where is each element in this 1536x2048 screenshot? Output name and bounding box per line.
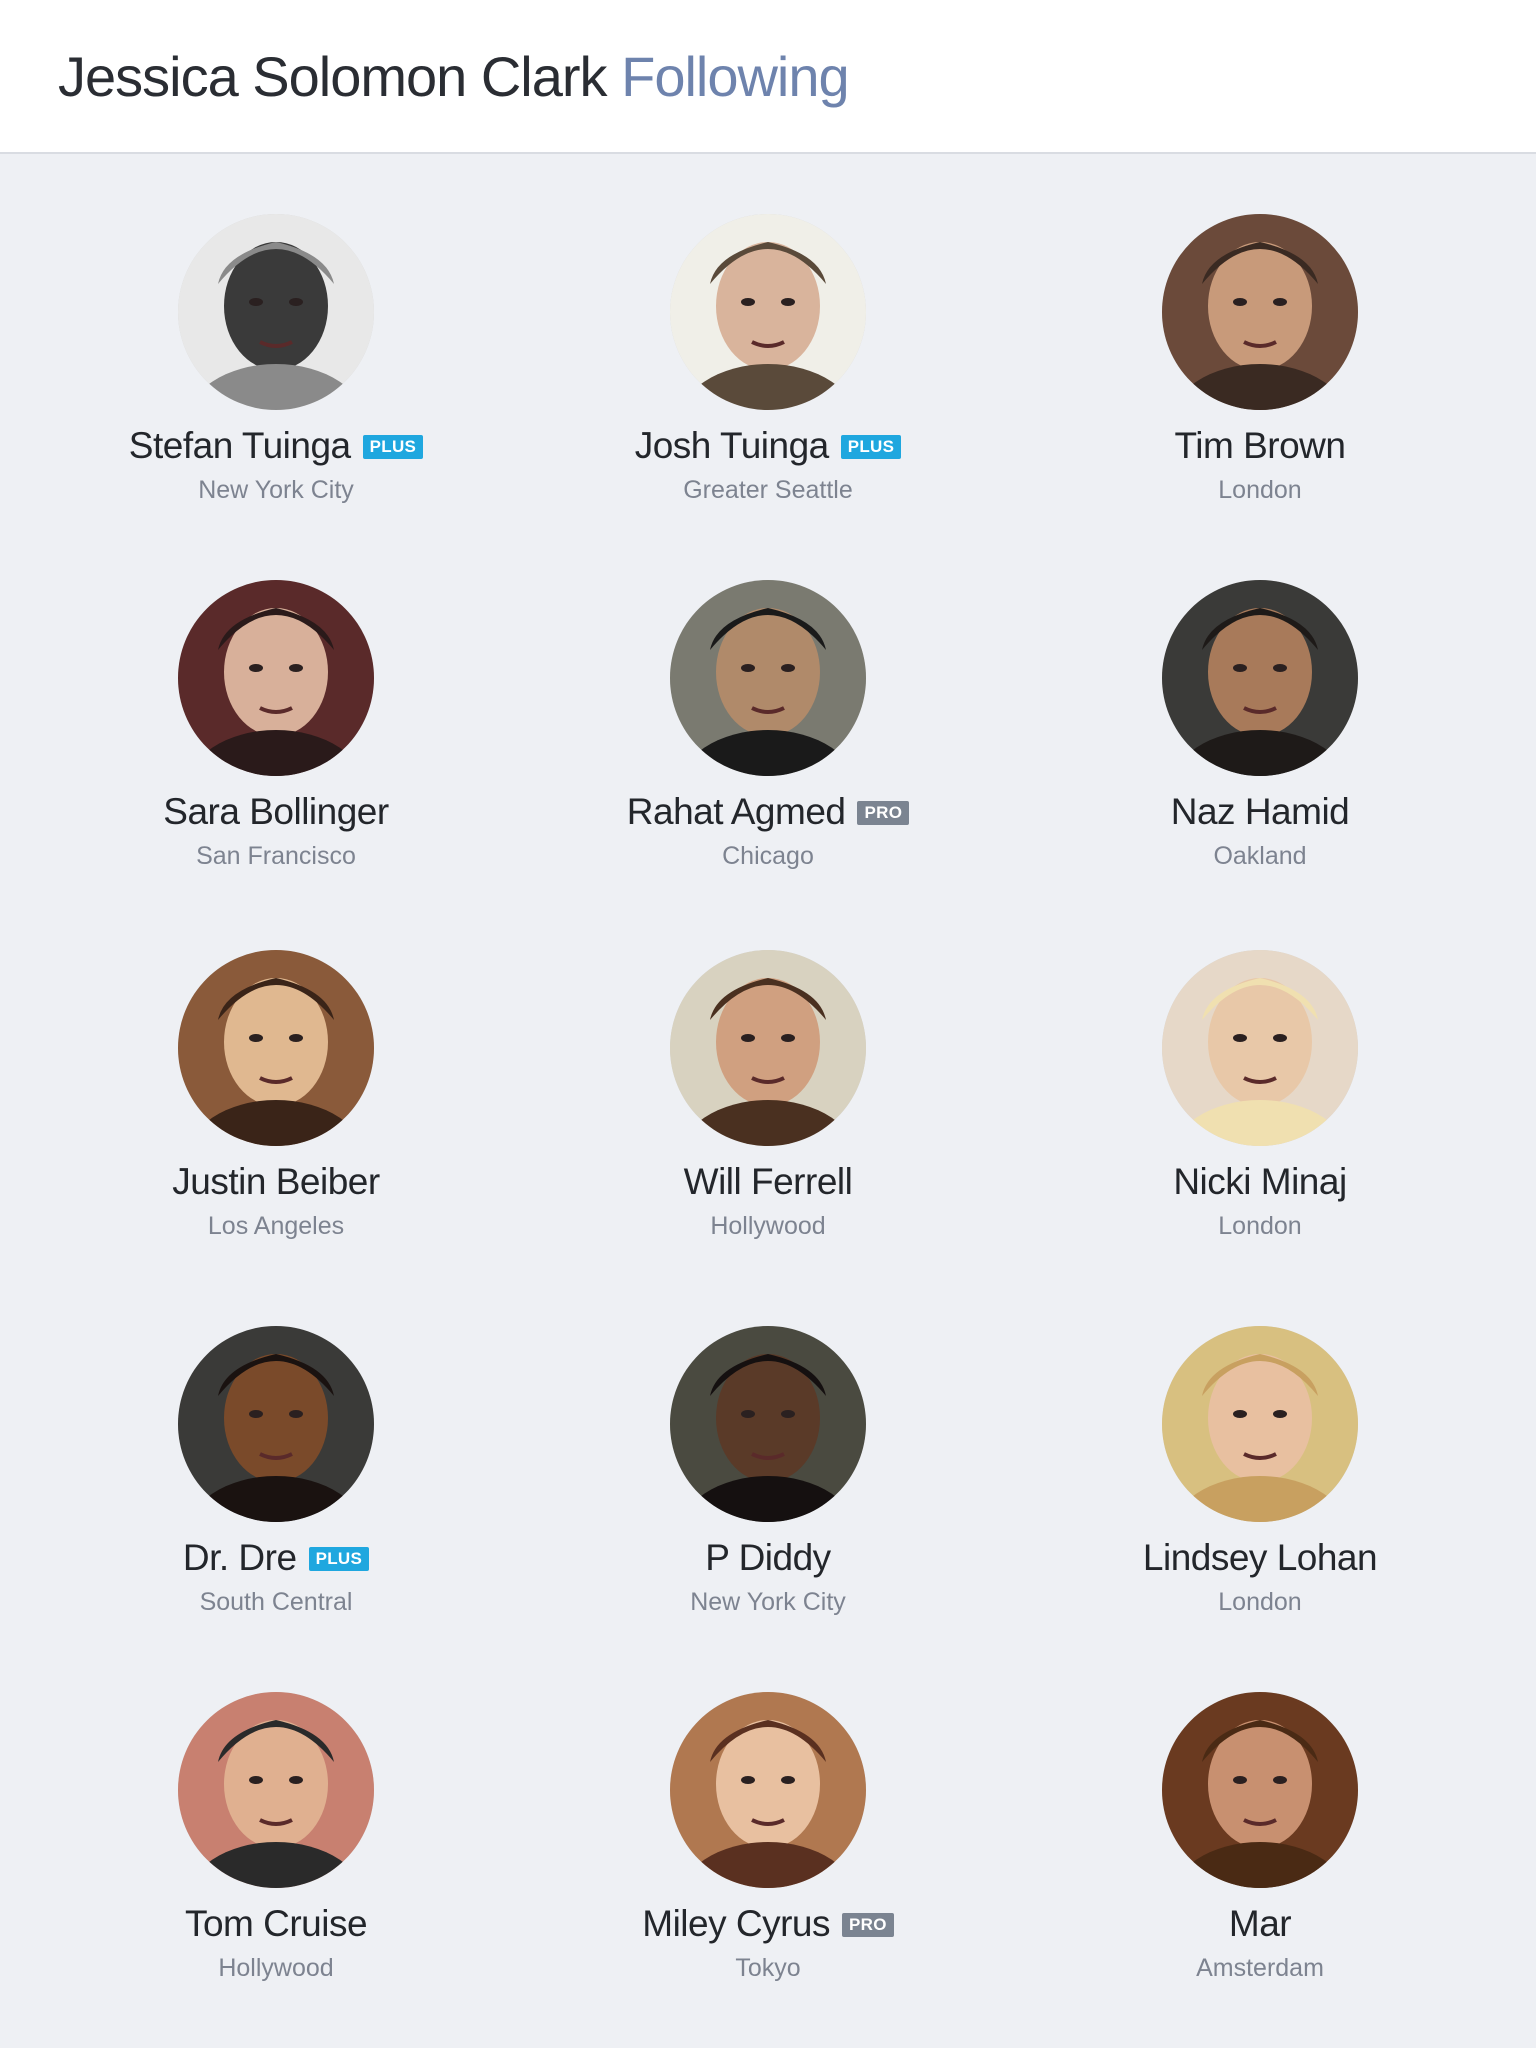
person-name[interactable]: Miley Cyrus bbox=[642, 1901, 830, 1947]
person-name-row: Will Ferrell bbox=[522, 1158, 1014, 1206]
person-name[interactable]: Tim Brown bbox=[1175, 423, 1346, 469]
page-header: Jessica Solomon Clark Following bbox=[0, 0, 1536, 154]
person-name[interactable]: Naz Hamid bbox=[1171, 789, 1350, 835]
person-card[interactable]: Miley Cyrus PRO Tokyo bbox=[522, 1632, 1014, 1982]
person-location: Hollywood bbox=[710, 1212, 826, 1240]
person-location: London bbox=[1218, 476, 1302, 504]
avatar[interactable] bbox=[670, 1692, 866, 1888]
person-card[interactable]: Dr. Dre PLUS South Central bbox=[30, 1266, 522, 1616]
person-name-row: Justin Beiber bbox=[30, 1158, 522, 1206]
avatar[interactable] bbox=[670, 580, 866, 776]
person-name[interactable]: Rahat Agmed bbox=[627, 789, 846, 835]
person-name-row: Sara Bollinger bbox=[30, 788, 522, 836]
avatar[interactable] bbox=[670, 1326, 866, 1522]
avatar[interactable] bbox=[178, 1326, 374, 1522]
person-card[interactable]: Nicki Minaj London bbox=[1014, 890, 1506, 1240]
avatar[interactable] bbox=[1162, 580, 1358, 776]
person-name[interactable]: Justin Beiber bbox=[172, 1159, 380, 1205]
person-card[interactable]: Rahat Agmed PRO Chicago bbox=[522, 520, 1014, 870]
avatar[interactable] bbox=[1162, 1692, 1358, 1888]
person-card[interactable]: Will Ferrell Hollywood bbox=[522, 890, 1014, 1240]
plus-badge: PLUS bbox=[840, 435, 902, 459]
person-card[interactable]: Tom Cruise Hollywood bbox=[30, 1632, 522, 1982]
person-name[interactable]: Stefan Tuinga bbox=[129, 423, 351, 469]
person-card[interactable]: Sara Bollinger San Francisco bbox=[30, 520, 522, 870]
person-name-row: Mar bbox=[1014, 1900, 1506, 1948]
person-name-row: Rahat Agmed PRO bbox=[522, 788, 1014, 836]
avatar[interactable] bbox=[1162, 1326, 1358, 1522]
person-name[interactable]: Nicki Minaj bbox=[1173, 1159, 1347, 1205]
person-name[interactable]: Lindsey Lohan bbox=[1143, 1535, 1378, 1581]
person-card[interactable]: Lindsey Lohan London bbox=[1014, 1266, 1506, 1616]
person-name-row: Lindsey Lohan bbox=[1014, 1534, 1506, 1582]
person-name-row: Tom Cruise bbox=[30, 1900, 522, 1948]
person-card[interactable]: Naz Hamid Oakland bbox=[1014, 520, 1506, 870]
person-card[interactable]: Mar Amsterdam bbox=[1014, 1632, 1506, 1982]
person-location: Greater Seattle bbox=[683, 476, 853, 504]
person-location: Hollywood bbox=[218, 1954, 334, 1982]
person-name[interactable]: P Diddy bbox=[705, 1535, 831, 1581]
person-name-row: Josh Tuinga PLUS bbox=[522, 422, 1014, 470]
person-name-row: Miley Cyrus PRO bbox=[522, 1900, 1014, 1948]
pro-badge: PRO bbox=[842, 1913, 894, 1937]
person-card[interactable]: Stefan Tuinga PLUS New York City bbox=[30, 154, 522, 504]
section-title: Following bbox=[621, 45, 850, 108]
avatar[interactable] bbox=[178, 1692, 374, 1888]
person-name[interactable]: Mar bbox=[1229, 1901, 1292, 1947]
person-name-row: Nicki Minaj bbox=[1014, 1158, 1506, 1206]
person-name-row: P Diddy bbox=[522, 1534, 1014, 1582]
avatar[interactable] bbox=[670, 950, 866, 1146]
avatar[interactable] bbox=[178, 214, 374, 410]
person-name[interactable]: Will Ferrell bbox=[684, 1159, 853, 1205]
plus-badge: PLUS bbox=[308, 1547, 370, 1571]
pro-badge: PRO bbox=[857, 801, 910, 825]
person-name-row: Tim Brown bbox=[1014, 422, 1506, 470]
person-name[interactable]: Tom Cruise bbox=[185, 1901, 368, 1947]
person-location: San Francisco bbox=[196, 842, 356, 870]
person-location: Chicago bbox=[722, 842, 814, 870]
person-name-row: Dr. Dre PLUS bbox=[30, 1534, 522, 1582]
person-name-row: Stefan Tuinga PLUS bbox=[30, 422, 522, 470]
person-location: London bbox=[1218, 1588, 1302, 1616]
person-location: South Central bbox=[199, 1588, 353, 1616]
person-name[interactable]: Josh Tuinga bbox=[635, 423, 830, 469]
avatar[interactable] bbox=[1162, 214, 1358, 410]
person-card[interactable]: Justin Beiber Los Angeles bbox=[30, 890, 522, 1240]
person-name[interactable]: Sara Bollinger bbox=[163, 789, 389, 835]
person-location: New York City bbox=[198, 476, 354, 504]
person-location: London bbox=[1218, 1212, 1302, 1240]
following-grid: Stefan Tuinga PLUS New York City Josh Tuing… bbox=[0, 154, 1536, 2048]
profile-owner-name[interactable]: Jessica Solomon Clark bbox=[58, 45, 608, 108]
person-location: Oakland bbox=[1213, 842, 1307, 870]
avatar[interactable] bbox=[1162, 950, 1358, 1146]
person-location: Tokyo bbox=[735, 1954, 801, 1982]
person-location: Amsterdam bbox=[1196, 1954, 1324, 1982]
person-location: Los Angeles bbox=[207, 1212, 345, 1240]
plus-badge: PLUS bbox=[362, 435, 424, 459]
person-name[interactable]: Dr. Dre bbox=[183, 1535, 297, 1581]
avatar[interactable] bbox=[178, 950, 374, 1146]
person-name-row: Naz Hamid bbox=[1014, 788, 1506, 836]
avatar[interactable] bbox=[670, 214, 866, 410]
person-card[interactable]: P Diddy New York City bbox=[522, 1266, 1014, 1616]
person-card[interactable]: Josh Tuinga PLUS Greater Seattle bbox=[522, 154, 1014, 504]
avatar[interactable] bbox=[178, 580, 374, 776]
page-title: Jessica Solomon Clark Following bbox=[58, 44, 850, 110]
person-location: New York City bbox=[690, 1588, 846, 1616]
person-card[interactable]: Tim Brown London bbox=[1014, 154, 1506, 504]
